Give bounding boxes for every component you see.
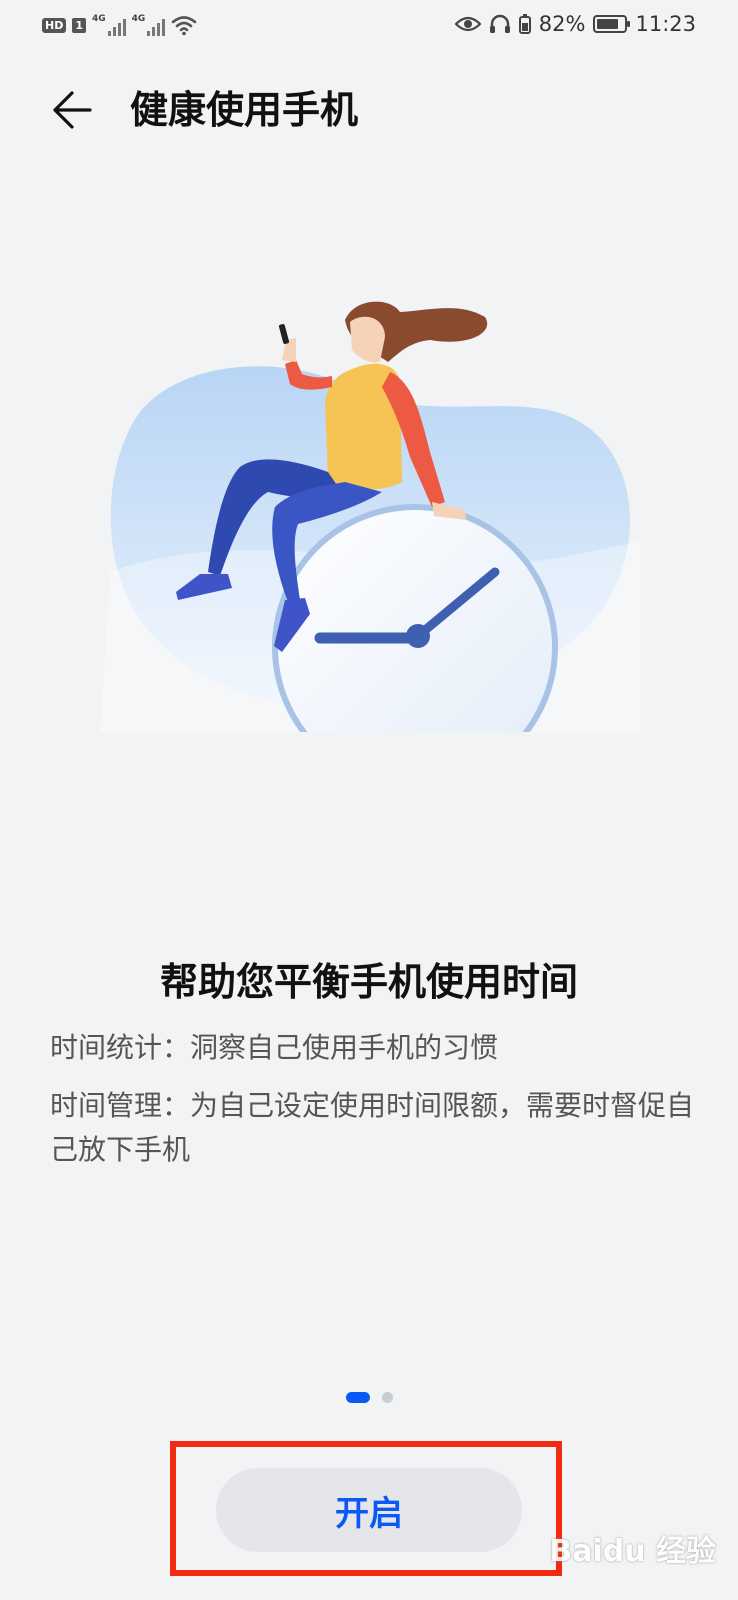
signal-icon: 4G (92, 14, 126, 36)
sim-badge: 1 (72, 17, 86, 33)
status-bar: HD 1 4G 4G 82% 11:23 (0, 0, 738, 52)
watermark-logo: Baidu 经验 (549, 1534, 716, 1569)
page-dot-active (345, 1392, 370, 1403)
app-bar: 健康使用手机 (0, 70, 738, 150)
feature-line-statistics: 时间统计：洞察自己使用手机的习惯 (50, 1031, 499, 1064)
feature-description: 时间统计：洞察自己使用手机的习惯 时间管理：为自己设定使用时间限额，需要时督促自… (50, 1026, 700, 1186)
status-left: HD 1 4G 4G (42, 14, 197, 36)
headphones-icon (489, 14, 510, 33)
page-title: 健康使用手机 (130, 88, 359, 132)
battery-percent: 82% (538, 12, 586, 36)
feature-line-management: 时间管理：为自己设定使用时间限额，需要时督促自己放下手机 (50, 1089, 695, 1166)
arrow-left-icon (53, 91, 92, 129)
enable-button[interactable]: 开启 (216, 1468, 522, 1552)
clock: 11:23 (635, 12, 696, 36)
battery-icon (593, 15, 631, 33)
page-dot (381, 1392, 393, 1403)
status-right: 82% 11:23 (454, 12, 696, 36)
eye-icon (454, 16, 481, 32)
page-indicator (0, 1392, 738, 1403)
phone-battery-icon (518, 14, 531, 34)
feature-headline: 帮助您平衡手机使用时间 (159, 960, 578, 1004)
back-button[interactable] (46, 84, 98, 136)
healthy-usage-illustration (100, 301, 640, 732)
signal-icon: 4G (132, 14, 166, 36)
hd-badge: HD (42, 17, 67, 33)
wifi-icon (172, 16, 197, 36)
